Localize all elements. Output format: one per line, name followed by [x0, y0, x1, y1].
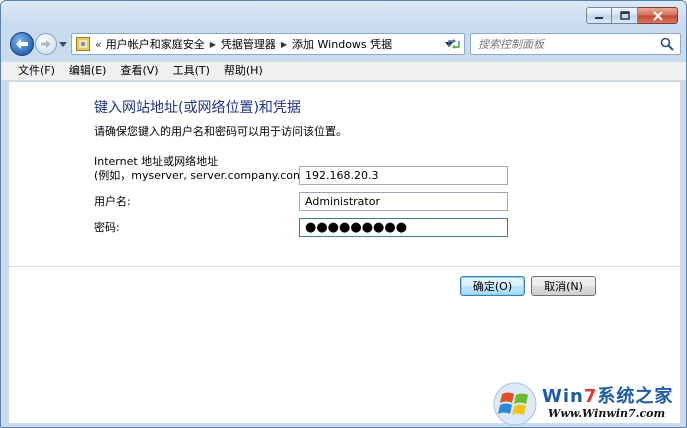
- address-label: Internet 地址或网络地址 (例如，myserver, server.co…: [94, 155, 312, 183]
- watermark-title: Win7系统之家: [542, 382, 673, 408]
- page-title: 键入网站地址(或网络位置)和凭据: [94, 100, 301, 116]
- address-label-line2: (例如，myserver, server.company.com):: [94, 169, 312, 182]
- recent-pages-button[interactable]: [58, 39, 68, 49]
- caption-buttons: [586, 7, 678, 24]
- menu-view[interactable]: 查看(V): [113, 62, 165, 80]
- close-button[interactable]: [638, 7, 678, 24]
- username-label: 用户名:: [94, 195, 131, 208]
- address-label-line1: Internet 地址或网络地址: [94, 155, 219, 168]
- search-input[interactable]: [478, 37, 658, 51]
- address-input[interactable]: 192.168.20.3: [299, 166, 508, 185]
- close-icon: [652, 10, 663, 21]
- menu-tools[interactable]: 工具(T): [166, 62, 217, 80]
- password-mask: ●●●●●●●●●: [305, 219, 408, 235]
- search-icon[interactable]: [660, 37, 674, 51]
- breadcrumb-user-accounts[interactable]: 用户帐户和家庭安全: [106, 36, 205, 52]
- menu-bar: 文件(F) 编辑(E) 查看(V) 工具(T) 帮助(H): [1, 61, 686, 81]
- watermark-title-cn: 系统之家: [597, 386, 674, 407]
- menu-help[interactable]: 帮助(H): [217, 62, 270, 80]
- password-label: 密码:: [94, 221, 120, 234]
- watermark: Win7系统之家 Www.Winwin7.com: [490, 381, 686, 427]
- instruction-text: 请确保您键入的用户名和密码可以用于访问该位置。: [94, 125, 347, 138]
- username-input[interactable]: Administrator: [299, 192, 508, 211]
- title-bar: [1, 1, 686, 31]
- watermark-title-seven: 7: [583, 386, 598, 407]
- watermark-url: Www.Winwin7.com: [548, 407, 666, 420]
- ok-button[interactable]: 确定(O): [460, 276, 525, 296]
- menu-file[interactable]: 文件(F): [11, 62, 62, 80]
- navigation-bar: « 用户帐户和家庭安全 ▶ 凭据管理器 ▶ 添加 Windows 凭据: [1, 29, 686, 59]
- arrow-left-icon: [16, 39, 28, 49]
- chevron-down-icon: [59, 41, 67, 47]
- breadcrumb-credential-manager[interactable]: 凭据管理器: [221, 36, 276, 52]
- maximize-button[interactable]: [612, 7, 638, 24]
- refresh-button[interactable]: [443, 37, 465, 51]
- control-panel-icon: [75, 36, 91, 52]
- breadcrumb-overflow[interactable]: «: [95, 38, 102, 51]
- credential-manager-window: « 用户帐户和家庭安全 ▶ 凭据管理器 ▶ 添加 Windows 凭据 文件(F…: [0, 0, 687, 428]
- menu-edit[interactable]: 编辑(E): [62, 62, 114, 80]
- search-box: [470, 33, 681, 55]
- arrow-right-icon: [41, 40, 51, 48]
- forward-button[interactable]: [35, 33, 57, 55]
- divider: [9, 266, 680, 267]
- password-input[interactable]: ●●●●●●●●●: [299, 218, 508, 237]
- back-button[interactable]: [10, 32, 34, 56]
- minimize-button[interactable]: [586, 7, 612, 24]
- refresh-icon: [448, 39, 460, 49]
- windows-logo-icon: [493, 382, 537, 426]
- breadcrumb-separator-icon[interactable]: ▶: [210, 40, 216, 49]
- minimize-icon: [595, 16, 603, 19]
- address-bar[interactable]: « 用户帐户和家庭安全 ▶ 凭据管理器 ▶ 添加 Windows 凭据: [71, 33, 465, 55]
- breadcrumb-add-windows-credential[interactable]: 添加 Windows 凭据: [292, 36, 392, 52]
- breadcrumb-separator-icon[interactable]: ▶: [281, 40, 287, 49]
- content-pane: 键入网站地址(或网络位置)和凭据 请确保您键入的用户名和密码可以用于访问该位置。…: [8, 82, 681, 423]
- watermark-title-win: Win: [542, 386, 584, 407]
- breadcrumb: « 用户帐户和家庭安全 ▶ 凭据管理器 ▶ 添加 Windows 凭据: [95, 36, 392, 52]
- cancel-button[interactable]: 取消(N): [531, 276, 596, 296]
- maximize-icon: [619, 11, 630, 20]
